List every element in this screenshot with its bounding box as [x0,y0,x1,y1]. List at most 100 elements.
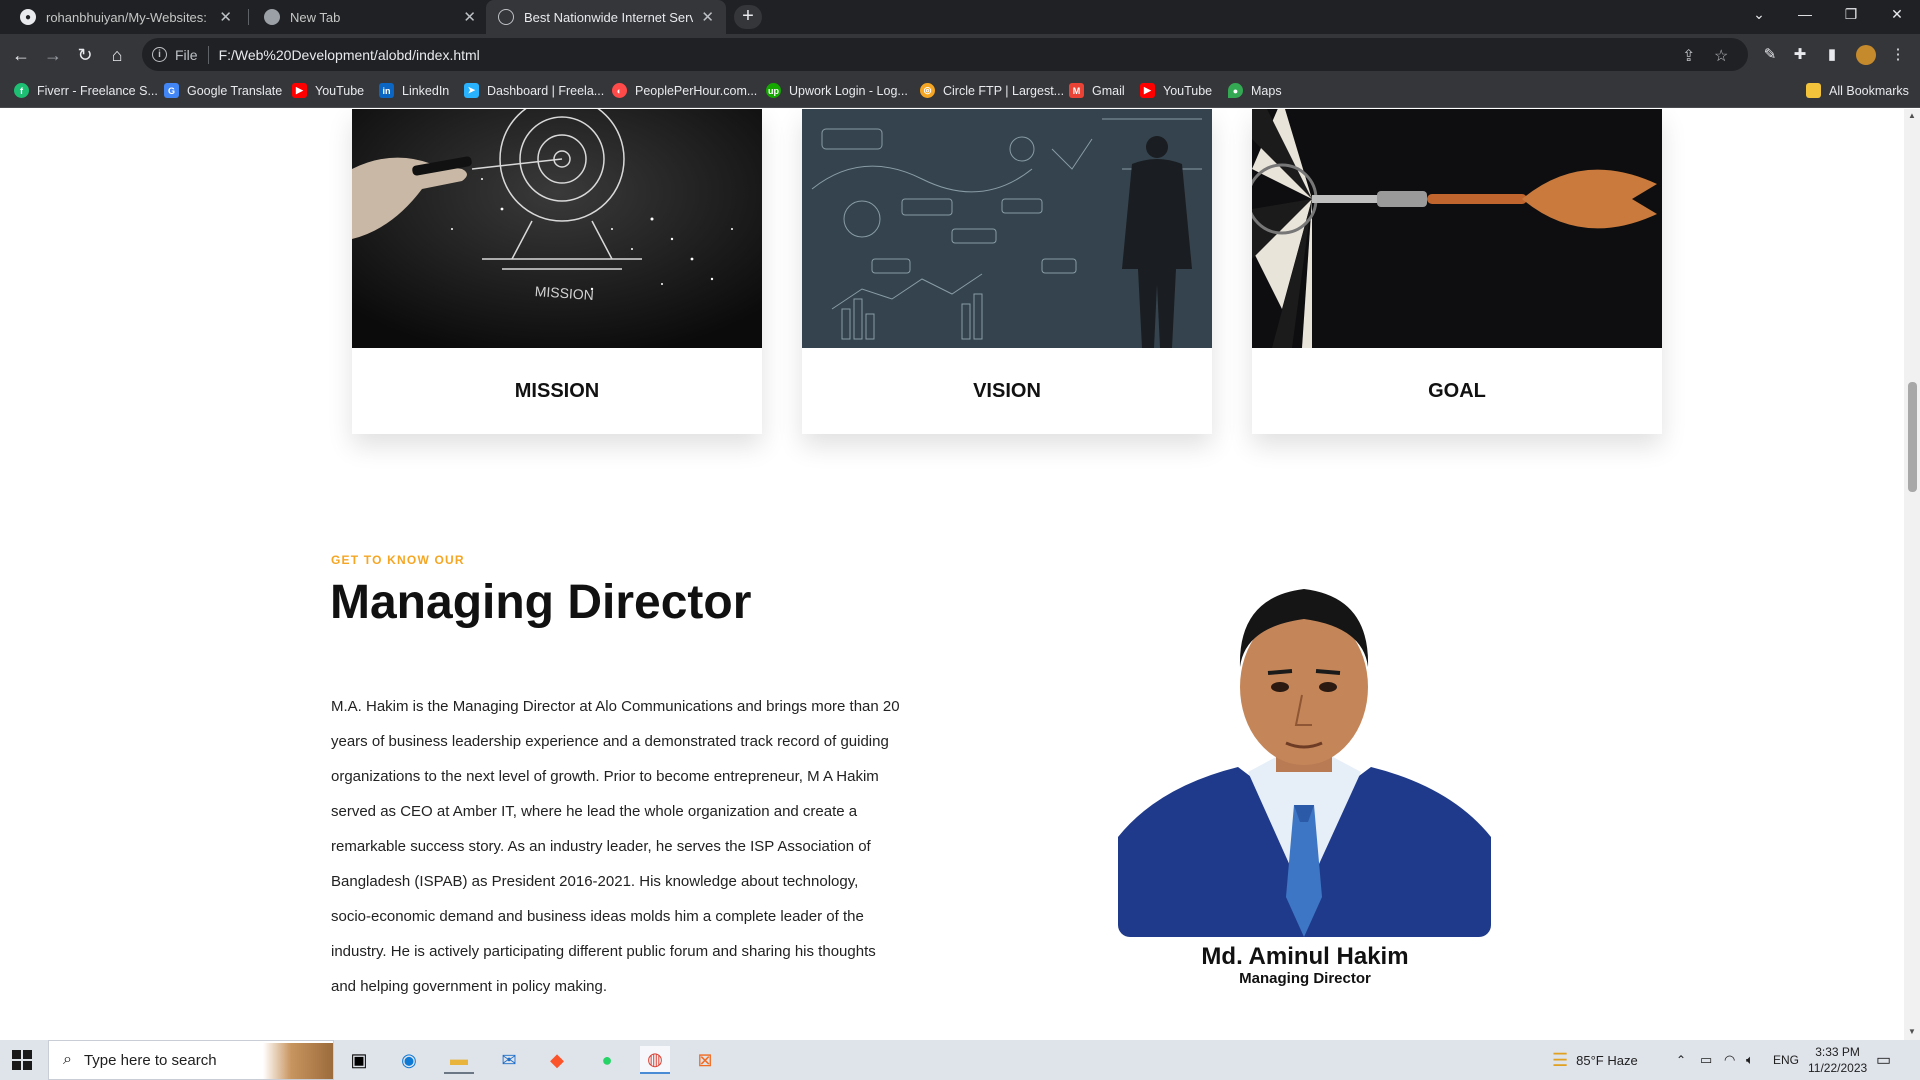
page-viewport: MISSION MISSION VISION GOAL GET TO KNOW … [0,109,1904,1040]
site-info-icon[interactable]: i [152,47,167,62]
card-mission[interactable]: MISSION MISSION [352,109,762,434]
globe-icon [498,9,514,25]
forward-icon[interactable]: → [40,42,66,68]
chrome-taskbar-icon[interactable]: ◍ [640,1046,670,1074]
bookmark-label: YouTube [315,83,365,98]
bookmark-label: Maps [1251,83,1282,98]
scrollbar-thumb[interactable] [1908,382,1917,492]
haze-weather-icon: ☰ [1552,1049,1569,1070]
show-hidden-icons-chevron-icon[interactable]: ⌃ [1676,1040,1686,1080]
language-indicator[interactable]: ENG [1773,1040,1799,1080]
task-view-icon[interactable]: ▣ [344,1046,374,1074]
tab-title: Best Nationwide Internet Service [524,9,694,25]
eyedropper-extension-icon[interactable]: ✎ [1762,47,1778,63]
bookmark-star-icon[interactable]: ☆ [1714,46,1728,66]
profile-avatar[interactable] [1856,45,1876,65]
card-title-vision: VISION [973,379,1041,402]
maps-icon: ● [1228,83,1243,98]
new-tab-button[interactable]: + [734,5,762,29]
tab-search-icon[interactable]: ⌄ [1736,0,1782,28]
upwork-icon: up [766,83,781,98]
bookmark-youtube[interactable]: ▶ YouTube [292,83,364,98]
file-explorer-icon[interactable]: ▬ [444,1046,474,1074]
address-divider [207,45,209,64]
address-bar[interactable]: i File F:/Web%20Development/alobd/index.… [142,38,1748,71]
section-eyebrow: GET TO KNOW OUR [331,553,465,567]
side-panel-icon[interactable]: ▮ [1824,47,1840,63]
xampp-icon[interactable]: ⊠ [690,1046,720,1074]
bookmark-peopleperhour[interactable]: ◐ PeoplePerHour.com... [612,83,757,98]
bookmarks-bar: f Fiverr - Freelance S... G Google Transla… [0,76,1920,108]
page-scrollbar[interactable]: ▲ ▼ [1904,109,1920,1040]
all-bookmarks-folder[interactable]: All Bookmarks [1806,83,1909,98]
bookmark-youtube-2[interactable]: ▶ YouTube [1140,83,1212,98]
close-tab-icon[interactable]: ✕ [701,8,714,26]
notifications-icon[interactable]: ▭ [1876,1040,1891,1080]
whatsapp-icon[interactable]: ● [592,1046,622,1074]
bookmark-google-translate[interactable]: G Google Translate [164,83,282,98]
bookmark-label: Dashboard | Freela... [487,83,605,98]
browser-toolbar: ← → ↻ ⌂ i File F:/Web%20Development/alob… [0,34,1920,76]
reload-icon[interactable]: ↻ [72,42,98,68]
fiverr-icon: f [14,83,29,98]
youtube-icon: ▶ [1140,83,1155,98]
md-name: Md. Aminul Hakim [1201,943,1409,970]
clock-time: 3:33 PM [1815,1045,1860,1059]
scroll-up-arrow-icon[interactable]: ▲ [1908,111,1916,120]
chrome-icon [264,9,280,25]
mail-icon[interactable]: ✉ [494,1046,524,1074]
weather-widget[interactable]: ☰ 85°F Haze [1552,1040,1638,1080]
github-icon: ● [20,9,36,25]
wifi-icon[interactable]: ◠ [1724,1040,1735,1080]
card-title-goal: GOAL [1428,379,1486,402]
volume-icon[interactable]: 🔈︎ [1746,1040,1754,1080]
vision-image [802,109,1212,348]
tab-active-site[interactable]: Best Nationwide Internet Service ✕ [486,0,726,34]
taskbar-search-box[interactable]: ⌕ Type here to search [48,1040,334,1080]
bookmark-fiverr[interactable]: f Fiverr - Freelance S... [14,83,158,98]
search-highlight-image [263,1043,333,1079]
close-tab-icon[interactable]: ✕ [463,8,476,26]
tab-new-tab[interactable]: New Tab ✕ [252,0,488,34]
tab-title: rohanbhuiyan/My-Websites: I ha [46,9,211,25]
peopleperhour-icon: ◐ [612,83,627,98]
close-window-button[interactable]: ✕ [1874,0,1920,28]
md-bio: M.A. Hakim is the Managing Director at A… [331,698,900,995]
card-title-mission: MISSION [514,379,600,402]
card-vision[interactable]: VISION [802,109,1212,434]
md-role: Managing Director [1239,970,1371,987]
tab-title: New Tab [290,9,341,25]
bookmark-gmail[interactable]: M Gmail [1069,83,1125,98]
back-icon[interactable]: ← [8,42,34,68]
clock-date: 11/22/2023 [1808,1061,1868,1075]
bookmark-label: Google Translate [187,83,283,98]
tab-divider [248,9,249,25]
minimize-button[interactable]: — [1782,0,1828,28]
translate-icon: G [164,83,179,98]
bookmark-upwork[interactable]: up Upwork Login - Log... [766,83,908,98]
home-icon[interactable]: ⌂ [104,42,130,68]
brave-icon[interactable]: ◆ [542,1046,572,1074]
weather-text: 85°F Haze [1576,1052,1638,1068]
bookmark-label: LinkedIn [402,83,450,98]
bookmark-freelancer[interactable]: ➤ Dashboard | Freela... [464,83,604,98]
windows-start-icon[interactable] [12,1050,32,1070]
extensions-icon[interactable]: ✚ [1792,47,1808,63]
scroll-down-arrow-icon[interactable]: ▼ [1908,1027,1916,1036]
bookmark-maps[interactable]: ● Maps [1228,83,1282,98]
bookmark-label: Fiverr - Freelance S... [37,83,158,98]
url-text[interactable]: F:/Web%20Development/alobd/index.html [219,47,480,63]
tab-github[interactable]: ● rohanbhuiyan/My-Websites: I ha ✕ [8,0,244,34]
mission-image: MISSION [352,109,762,348]
share-icon[interactable]: ⇪ [1682,46,1695,66]
restore-button[interactable]: ❐ [1828,0,1874,28]
close-tab-icon[interactable]: ✕ [219,8,232,26]
bookmark-linkedin[interactable]: in LinkedIn [379,83,449,98]
meet-now-icon[interactable]: ▭ [1700,1040,1712,1080]
clock[interactable]: 3:33 PM 11/22/2023 [1808,1040,1867,1080]
bookmark-label: PeoplePerHour.com... [635,83,758,98]
card-goal[interactable]: GOAL [1252,109,1662,434]
edge-icon[interactable]: ◉ [394,1046,424,1074]
menu-kebab-icon[interactable]: ⋮ [1890,47,1906,63]
bookmark-circleftp[interactable]: ◎ Circle FTP | Largest... [920,83,1064,98]
